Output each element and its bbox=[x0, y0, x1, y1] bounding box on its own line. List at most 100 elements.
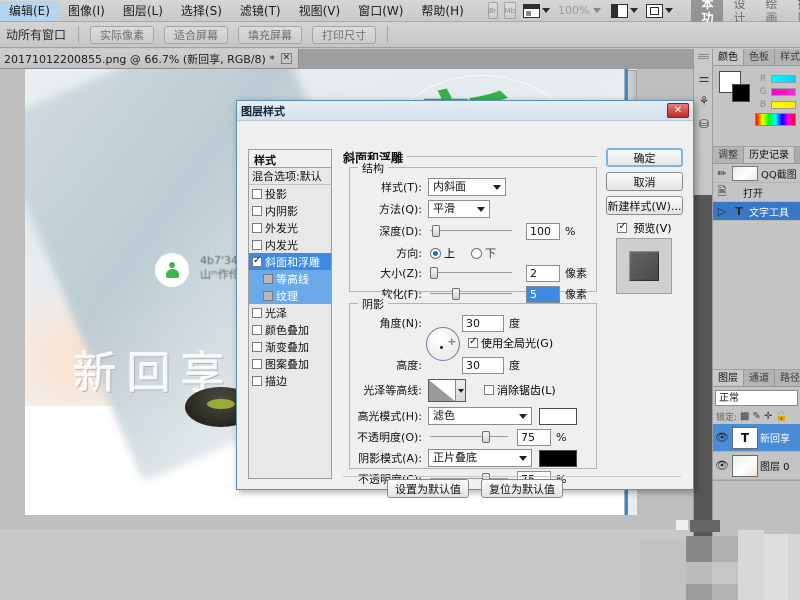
checkbox[interactable] bbox=[252, 239, 262, 250]
menu-edit[interactable]: 编辑(E) bbox=[0, 0, 59, 21]
depth-input[interactable]: 100 bbox=[526, 222, 560, 240]
layer-row[interactable]: 👁 图层 0 bbox=[713, 452, 800, 480]
tab-paths[interactable]: 路径 bbox=[775, 370, 800, 386]
checkbox[interactable] bbox=[252, 324, 262, 335]
soften-input[interactable]: 5 bbox=[526, 285, 560, 303]
color-spectrum-ramp[interactable] bbox=[755, 113, 796, 126]
view-extras-button[interactable] bbox=[521, 2, 552, 20]
background-color-swatch[interactable] bbox=[732, 84, 750, 102]
menu-layer[interactable]: 图层(L) bbox=[114, 1, 172, 21]
shadow-mode-select[interactable]: 正片叠底 bbox=[428, 449, 532, 467]
style-select[interactable]: 内斜面 bbox=[428, 178, 506, 196]
eye-icon[interactable]: 👁 bbox=[714, 459, 730, 472]
checkbox[interactable] bbox=[252, 307, 262, 318]
checkbox[interactable] bbox=[263, 290, 273, 301]
checkbox[interactable] bbox=[252, 255, 262, 267]
tab-swatches[interactable]: 色板 bbox=[744, 49, 775, 65]
close-icon[interactable]: ✕ bbox=[667, 103, 689, 118]
highlight-opacity-slider[interactable] bbox=[430, 430, 508, 444]
style-drop-shadow[interactable]: 投影 bbox=[249, 185, 331, 202]
checkbox[interactable] bbox=[252, 205, 262, 216]
actual-pixels-button[interactable]: 实际像素 bbox=[90, 25, 155, 44]
style-contour[interactable]: 等高线 bbox=[249, 270, 331, 287]
style-gradient-overlay[interactable]: 渐变叠加 bbox=[249, 338, 331, 355]
channel-bar-r[interactable] bbox=[771, 74, 796, 83]
lock-transparency-icon[interactable]: ▩ bbox=[740, 411, 749, 422]
style-stroke[interactable]: 描边 bbox=[249, 372, 331, 389]
anti-alias-option[interactable]: 消除锯齿(L) bbox=[484, 382, 556, 398]
slider-row-r[interactable]: R bbox=[755, 74, 796, 84]
angle-input[interactable]: 30 bbox=[462, 314, 504, 332]
bridge-button[interactable]: Br bbox=[487, 2, 498, 19]
altitude-input[interactable]: 30 bbox=[462, 356, 504, 374]
new-style-button[interactable]: 新建样式(W)... bbox=[606, 196, 683, 215]
arrange-documents-button[interactable] bbox=[609, 2, 640, 20]
menu-select[interactable]: 选择(S) bbox=[172, 1, 231, 21]
fit-screen-button[interactable]: 适合屏幕 bbox=[164, 25, 229, 44]
radio-down[interactable] bbox=[471, 247, 482, 259]
checkbox-preview[interactable] bbox=[617, 221, 628, 233]
adjustments-icon[interactable]: ⚌ bbox=[697, 71, 711, 85]
chevron-down-icon[interactable] bbox=[454, 379, 465, 401]
style-blending-options[interactable]: 混合选项:默认 bbox=[249, 168, 331, 185]
slider-knob[interactable] bbox=[482, 431, 490, 443]
tab-channels[interactable]: 通道 bbox=[744, 370, 775, 386]
blend-mode-select[interactable]: 正常 bbox=[715, 390, 798, 406]
lock-all-icon[interactable]: 🔒 bbox=[775, 411, 787, 422]
tab-color[interactable]: 颜色 bbox=[713, 49, 744, 65]
depth-slider[interactable] bbox=[430, 224, 512, 238]
rail-grip-icon[interactable] bbox=[698, 54, 709, 59]
cancel-button[interactable]: 取消 bbox=[606, 172, 683, 191]
layer-style-dialog[interactable]: 图层样式 ✕ 混合选项:默认 投影 内阴影 外发光 内发光 ✓ 斜面和浮雕 等高… bbox=[236, 100, 694, 498]
screen-mode-button[interactable] bbox=[644, 2, 675, 20]
size-input[interactable]: 2 bbox=[526, 264, 560, 282]
highlight-opacity-input[interactable]: 75 bbox=[517, 428, 551, 446]
style-pattern-overlay[interactable]: 图案叠加 bbox=[249, 355, 331, 372]
history-item-1[interactable]: 🗎 打开 bbox=[713, 183, 800, 202]
eye-icon[interactable]: 👁 bbox=[714, 431, 730, 444]
style-outer-glow[interactable]: 外发光 bbox=[249, 219, 331, 236]
global-light-row[interactable]: 使用全局光(G) bbox=[468, 334, 553, 352]
menu-window[interactable]: 窗口(W) bbox=[349, 1, 412, 21]
lock-position-icon[interactable]: ✛ bbox=[764, 411, 772, 422]
size-slider[interactable] bbox=[430, 266, 512, 280]
highlight-color-swatch[interactable] bbox=[539, 407, 577, 425]
style-inner-glow[interactable]: 内发光 bbox=[249, 236, 331, 253]
menu-image[interactable]: 图像(I) bbox=[59, 1, 114, 21]
tab-styles[interactable]: 样式 bbox=[775, 49, 800, 65]
preview-checkbox-row[interactable]: 预览(V) bbox=[606, 220, 683, 236]
style-inner-shadow[interactable]: 内阴影 bbox=[249, 202, 331, 219]
soften-slider[interactable] bbox=[430, 287, 512, 301]
checkbox-anti-alias[interactable] bbox=[484, 385, 494, 395]
gloss-contour-picker[interactable] bbox=[428, 378, 466, 402]
layer-thumbnail[interactable] bbox=[732, 454, 758, 477]
slider-knob[interactable] bbox=[430, 267, 438, 279]
checkbox[interactable] bbox=[252, 222, 262, 233]
tab-history[interactable]: 历史记录 bbox=[744, 147, 795, 163]
shadow-color-swatch[interactable] bbox=[539, 449, 577, 467]
set-default-button[interactable]: 设置为默认值 bbox=[387, 479, 469, 498]
clone-source-icon[interactable]: ⛁ bbox=[697, 117, 711, 131]
slider-knob[interactable] bbox=[432, 225, 440, 237]
checkbox[interactable] bbox=[252, 188, 262, 199]
slider-row-g[interactable]: G bbox=[755, 87, 796, 97]
history-item-2[interactable]: ▷ T 文字工具 bbox=[713, 202, 800, 221]
ok-button[interactable]: 确定 bbox=[606, 148, 683, 167]
checkbox[interactable] bbox=[263, 273, 273, 284]
style-bevel-emboss[interactable]: 斜面和浮雕 bbox=[249, 253, 331, 270]
brush-preset-icon[interactable]: ⚘ bbox=[697, 94, 711, 108]
print-size-button[interactable]: 打印尺寸 bbox=[312, 25, 377, 44]
close-icon[interactable]: ✕ bbox=[280, 53, 292, 64]
lock-image-icon[interactable]: ✎ bbox=[753, 411, 761, 422]
zoom-chevron-down-icon[interactable] bbox=[593, 8, 602, 13]
highlight-mode-select[interactable]: 滤色 bbox=[428, 407, 532, 425]
tab-adjustments[interactable]: 调整 bbox=[713, 147, 744, 163]
checkbox[interactable] bbox=[252, 375, 262, 386]
checkbox[interactable] bbox=[252, 358, 262, 369]
zoom-level-value[interactable]: 100% bbox=[554, 4, 593, 17]
checkbox-global-light[interactable] bbox=[468, 336, 478, 348]
checkbox[interactable] bbox=[252, 341, 262, 352]
layer-row[interactable]: 👁 T 新回享 bbox=[713, 424, 800, 452]
style-texture[interactable]: 纹理 bbox=[249, 287, 331, 304]
technique-select[interactable]: 平滑 bbox=[428, 200, 490, 218]
